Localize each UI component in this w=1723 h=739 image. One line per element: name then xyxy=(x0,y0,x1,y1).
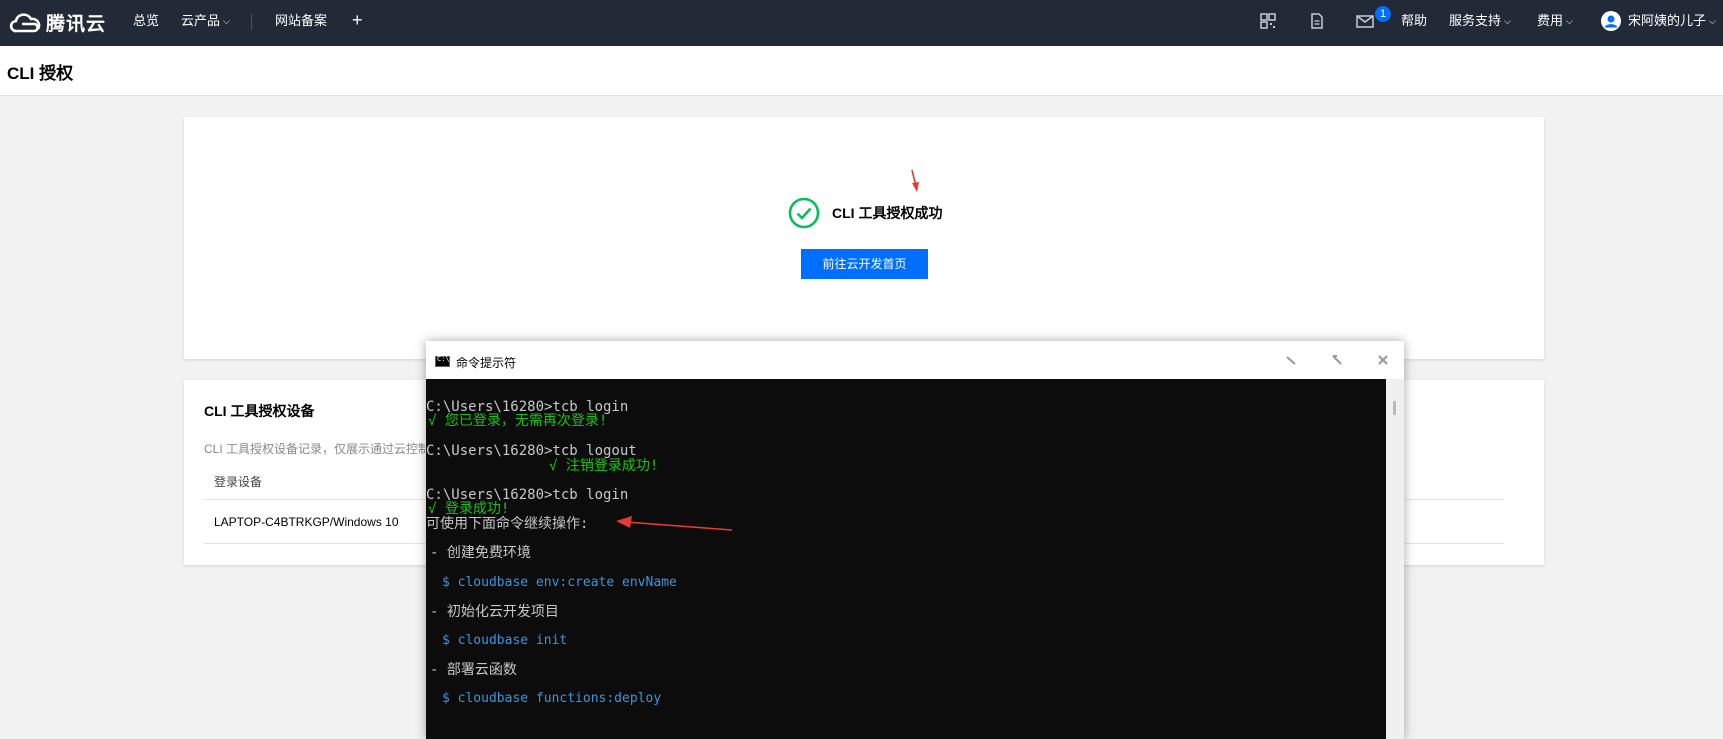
chevron-down-icon: ⌵ xyxy=(1566,16,1573,26)
go-to-console-button[interactable]: 前往云开发首页 xyxy=(801,249,928,279)
nav-support[interactable]: 服务支持 ⌵ xyxy=(1449,0,1511,46)
success-message-row: CLI 工具授权成功 xyxy=(788,197,942,229)
nav-overview[interactable]: 总览 xyxy=(133,0,159,46)
page-title: CLI 授权 xyxy=(7,64,74,83)
nav-billing-label: 费用 xyxy=(1537,13,1564,28)
auth-result-card: CLI 工具授权成功 前往云开发首页 xyxy=(184,117,1544,359)
nav-divider xyxy=(251,14,252,30)
cmd-line-success: √ 注销登录成功! xyxy=(549,458,659,474)
scrollbar-thumb[interactable] xyxy=(1393,401,1396,415)
brand-name: 腾讯云 xyxy=(46,14,107,35)
cmd-title: 命令提示符 xyxy=(456,356,517,370)
mail-icon[interactable] xyxy=(1355,11,1375,31)
nav-support-label: 服务支持 xyxy=(1449,13,1502,28)
qrcode-icon[interactable] xyxy=(1258,11,1278,31)
minimize-icon[interactable] xyxy=(1284,353,1298,367)
chevron-down-icon: ⌵ xyxy=(1709,16,1716,26)
cloud-logo-icon xyxy=(9,12,41,32)
user-name: 宋阿姨的儿子 xyxy=(1628,13,1707,28)
devices-description: CLI 工具授权设备记录，仅展示通过云控制 xyxy=(204,442,431,456)
nav-billing[interactable]: 费用 ⌵ xyxy=(1537,0,1573,46)
cmd-line: C:\Users\16280>tcb logout xyxy=(426,443,637,459)
column-device: 登录设备 xyxy=(214,475,263,489)
close-icon[interactable] xyxy=(1376,353,1390,367)
brand-logo[interactable]: 腾讯云 xyxy=(8,9,106,36)
nav-icp[interactable]: 网站备案 xyxy=(275,0,327,46)
chevron-down-icon: ⌵ xyxy=(223,16,230,26)
cmd-line: - 创建免费环境 xyxy=(430,545,531,561)
cmd-scrollbar[interactable] xyxy=(1386,379,1404,739)
notification-badge: 1 xyxy=(1375,6,1391,22)
nav-help[interactable]: 帮助 xyxy=(1401,0,1427,46)
user-menu[interactable]: 宋阿姨的儿子 ⌵ xyxy=(1628,0,1716,46)
nav-products[interactable]: 云产品 ⌵ xyxy=(181,0,230,46)
cmd-line: - 部署云函数 xyxy=(430,662,517,678)
cmd-line-success: √ 您已登录，无需再次登录! xyxy=(428,413,608,429)
cmd-line-command: $ cloudbase functions:deploy xyxy=(442,691,662,706)
device-name: LAPTOP-C4BTRKGP/Windows 10 xyxy=(214,515,399,529)
cmd-line: 可使用下面命令继续操作: xyxy=(426,516,589,532)
cmd-app-icon xyxy=(435,355,450,367)
success-check-icon xyxy=(788,197,820,229)
page-header: CLI 授权 xyxy=(0,46,1723,96)
avatar-icon[interactable] xyxy=(1600,10,1622,32)
chevron-down-icon: ⌵ xyxy=(1504,16,1511,26)
devices-title: CLI 工具授权设备 xyxy=(204,403,315,419)
nav-products-label: 云产品 xyxy=(181,13,221,28)
top-navbar: 腾讯云 总览 云产品 ⌵ 网站备案 + 1 帮助 服务支持 ⌵ 费用 ⌵ 宋阿姨的儿子… xyxy=(0,0,1723,46)
maximize-icon[interactable] xyxy=(1330,353,1344,367)
cmd-line-command: $ cloudbase init xyxy=(442,633,568,648)
cmd-line-command: $ cloudbase env:create envName xyxy=(442,575,677,590)
cmd-line-success: √ 登录成功! xyxy=(428,501,510,517)
add-shortcut-icon[interactable]: + xyxy=(352,0,363,46)
command-prompt-window[interactable]: 命令提示符 C:\Users\16280>tcb login √ 您已登录，无需… xyxy=(426,341,1404,739)
document-icon[interactable] xyxy=(1307,11,1327,31)
cmd-line: - 初始化云开发项目 xyxy=(430,604,559,620)
success-message: CLI 工具授权成功 xyxy=(832,205,943,221)
cmd-titlebar[interactable]: 命令提示符 xyxy=(426,341,1404,379)
cmd-output[interactable]: C:\Users\16280>tcb login √ 您已登录，无需再次登录! … xyxy=(426,379,1386,739)
